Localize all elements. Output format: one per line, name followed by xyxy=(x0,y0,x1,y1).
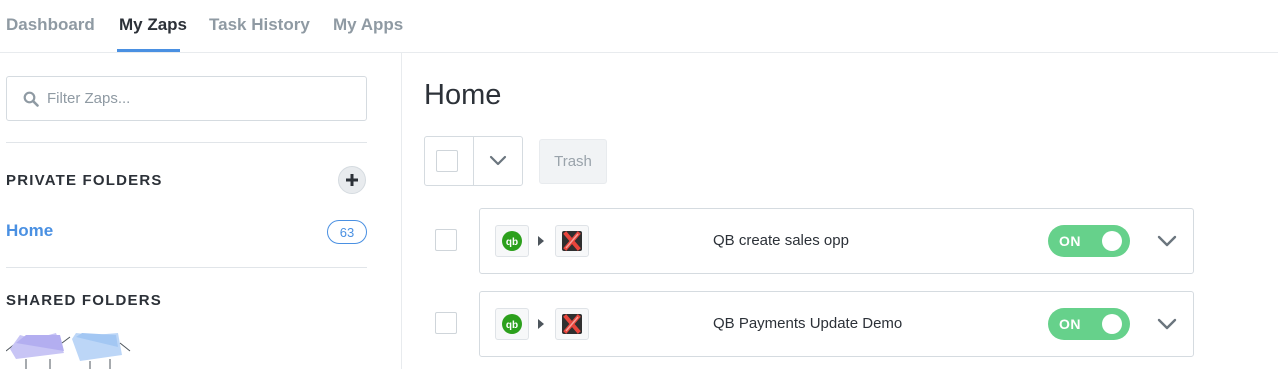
quickbooks-icon: qb xyxy=(502,231,522,251)
bulk-select-group xyxy=(424,136,523,186)
sidebar: PRIVATE FOLDERS Home 63 SHARED FOLDERS xyxy=(0,53,402,369)
tab-task-history[interactable]: Task History xyxy=(209,15,310,35)
toggle-knob xyxy=(1102,314,1122,334)
sidebar-divider xyxy=(6,142,367,143)
zap-row-checkbox[interactable] xyxy=(435,229,457,251)
tab-dashboard[interactable]: Dashboard xyxy=(6,15,95,35)
zap-status-toggle[interactable]: ON xyxy=(1048,225,1130,257)
private-folders-title: PRIVATE FOLDERS xyxy=(6,172,163,189)
tab-my-apps[interactable]: My Apps xyxy=(333,15,403,35)
page-title: Home xyxy=(424,79,502,111)
shared-folders-title: SHARED FOLDERS xyxy=(6,292,162,309)
toggle-label: ON xyxy=(1059,233,1081,249)
svg-text:qb: qb xyxy=(506,320,518,331)
zap-card[interactable]: qb QB Payments Update Demo ON xyxy=(479,291,1194,357)
folder-item-home[interactable]: Home xyxy=(6,221,53,241)
search-icon xyxy=(23,91,39,107)
play-arrow-icon xyxy=(538,319,544,329)
quickbooks-icon: qb xyxy=(502,314,522,334)
zap-status-toggle[interactable]: ON xyxy=(1048,308,1130,340)
trigger-app-tile: qb xyxy=(495,225,529,257)
action-app-tile xyxy=(555,225,589,257)
zap-row-checkbox[interactable] xyxy=(435,312,457,334)
folder-count-badge: 63 xyxy=(327,220,367,244)
toggle-knob xyxy=(1102,231,1122,251)
action-app-tile xyxy=(555,308,589,340)
select-all-checkbox[interactable] xyxy=(436,150,458,172)
trigger-app-tile: qb xyxy=(495,308,529,340)
chevron-down-icon[interactable] xyxy=(488,154,508,168)
filter-zaps-input[interactable] xyxy=(47,77,347,120)
svg-text:qb: qb xyxy=(506,237,518,248)
zap-card[interactable]: qb QB create sales opp ON xyxy=(479,208,1194,274)
select-divider xyxy=(473,137,474,185)
top-nav: Dashboard My Zaps Task History My Apps xyxy=(0,0,1278,53)
shared-folders-illustration xyxy=(6,333,131,369)
x-app-icon xyxy=(562,314,582,334)
tab-my-zaps[interactable]: My Zaps xyxy=(119,15,187,35)
zap-name[interactable]: QB Payments Update Demo xyxy=(713,315,902,332)
chevron-down-icon[interactable] xyxy=(1156,233,1178,249)
sidebar-divider xyxy=(6,267,367,268)
add-folder-button[interactable] xyxy=(338,166,366,194)
play-arrow-icon xyxy=(538,236,544,246)
active-tab-indicator xyxy=(117,49,180,52)
plus-icon xyxy=(346,174,358,186)
zap-name[interactable]: QB create sales opp xyxy=(713,232,849,249)
x-app-icon xyxy=(562,231,582,251)
filter-zaps-box[interactable] xyxy=(6,76,367,121)
toggle-label: ON xyxy=(1059,316,1081,332)
trash-button[interactable]: Trash xyxy=(539,139,607,184)
chevron-down-icon[interactable] xyxy=(1156,316,1178,332)
